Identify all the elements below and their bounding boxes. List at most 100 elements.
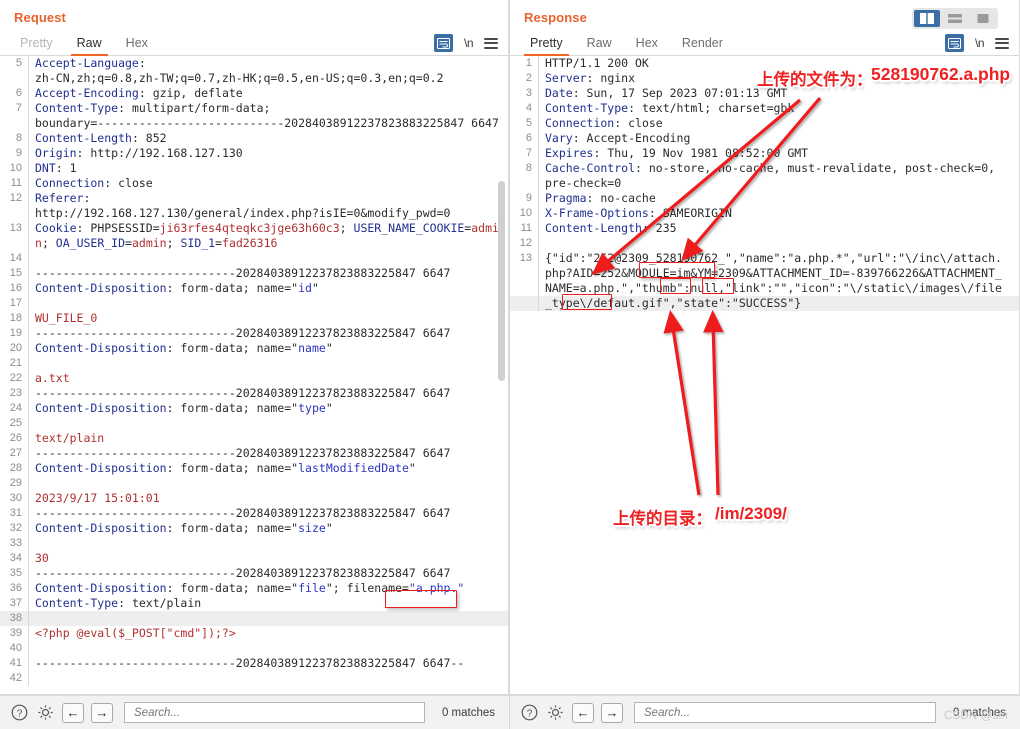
code-token: : close [614, 116, 663, 130]
code-token: -----------------------------20284038912… [35, 326, 451, 340]
line-number: 8 [510, 161, 538, 176]
gear-icon[interactable] [36, 703, 55, 722]
code-line-text: pre-check=0 [539, 176, 1019, 191]
code-token: ; [339, 221, 354, 235]
code-token: Content-Disposition [35, 581, 167, 595]
code-line: 36 Content-Disposition: form-data; name="… [0, 581, 508, 596]
code-token: 2023/9/17 15:01:01 [35, 491, 160, 505]
code-line: 12 [510, 236, 1019, 251]
help-icon[interactable]: ? [10, 703, 29, 722]
code-line: 10 DNT: 1 [0, 161, 508, 176]
line-number: 23 [0, 386, 28, 401]
code-line: 27 -----------------------------202840389… [0, 446, 508, 461]
svg-text:?: ? [527, 708, 533, 719]
hamburger-menu-icon[interactable] [484, 37, 498, 49]
gear-icon[interactable] [546, 703, 565, 722]
word-wrap-icon[interactable] [944, 34, 964, 52]
newline-icon[interactable]: \n [464, 36, 474, 50]
code-token: HTTP/1.1 200 OK [545, 56, 649, 70]
line-number: 2 [510, 71, 538, 86]
code-line-text: Accept-Encoding: gzip, deflate [29, 86, 508, 101]
line-number: 6 [510, 131, 538, 146]
code-token: -----------------------------20284038912… [35, 566, 451, 580]
code-line-text [29, 356, 508, 371]
code-token: pre-check=0 [545, 176, 622, 190]
code-line-text: X-Frame-Options: SAMEORIGIN [539, 206, 1019, 221]
request-scrollbar[interactable] [498, 181, 505, 381]
tab-response-raw[interactable]: Raw [575, 36, 624, 55]
code-token: : form-data; name=" [166, 341, 299, 355]
line-number: 1 [510, 56, 538, 71]
line-number [510, 176, 538, 191]
search-next-button[interactable]: → [91, 702, 113, 723]
code-token: Connection [545, 116, 615, 130]
line-number: 9 [0, 146, 28, 161]
code-line: 31 -----------------------------202840389… [0, 506, 508, 521]
code-token: : multipart/form-data; [118, 101, 271, 115]
tab-response-pretty[interactable]: Pretty [518, 36, 575, 56]
search-prev-button[interactable]: ← [62, 702, 84, 723]
code-line-text [29, 536, 508, 551]
code-token: " [325, 521, 333, 535]
code-line-text: DNT: 1 [29, 161, 508, 176]
response-head-tools: \n [944, 34, 1009, 52]
line-number: 5 [0, 56, 28, 71]
code-token: : form-data; name=" [166, 281, 299, 295]
code-line: 8 Content-Length: 852 [0, 131, 508, 146]
hamburger-menu-icon[interactable] [995, 37, 1009, 49]
code-line-text: Content-Length: 235 [539, 221, 1019, 236]
code-line: 11 Connection: close [0, 176, 508, 191]
code-line: 25 [0, 416, 508, 431]
code-token: DNT [35, 161, 56, 175]
tab-request-pretty[interactable]: Pretty [8, 36, 65, 55]
help-icon[interactable]: ? [520, 703, 539, 722]
tab-response-hex[interactable]: Hex [624, 36, 670, 55]
code-line: 28 Content-Disposition: form-data; name="… [0, 461, 508, 476]
code-line: boundary=---------------------------2028… [0, 116, 508, 131]
request-search-box[interactable] [124, 702, 425, 723]
code-token: 30 [35, 551, 49, 565]
layout-split-vertical-button[interactable] [914, 10, 940, 27]
code-token: WU_FILE_0 [35, 311, 98, 325]
request-header: Request Pretty Raw Hex \n [0, 0, 508, 56]
code-line-text: -----------------------------20284038912… [29, 326, 508, 341]
line-number: 16 [0, 281, 28, 296]
tab-response-render[interactable]: Render [670, 36, 735, 55]
layout-split-horizontal-button[interactable] [942, 10, 968, 27]
code-token: " [325, 341, 333, 355]
code-token: _type\/defaut.gif","state":"SUCCESS"} [545, 296, 802, 310]
request-body-view[interactable]: 5 Accept-Language: zh-CN,zh;q=0.8,zh-TW;q=… [0, 56, 508, 694]
code-token: : 852 [131, 131, 167, 145]
response-search-input[interactable] [642, 705, 928, 720]
code-line: 8 Cache-Control: no-store, no-cache, must… [510, 161, 1019, 176]
code-token: Content-Disposition [35, 281, 167, 295]
code-token: : no-cache [586, 191, 656, 205]
response-search-box[interactable] [634, 702, 936, 723]
word-wrap-icon[interactable] [433, 34, 453, 52]
code-token: ji63rfes4qteqkc3jge63h60c3 [159, 221, 340, 235]
code-token: ; [166, 236, 181, 250]
code-token: http://192.168.127.130/general/index.php… [35, 206, 451, 220]
code-token: : nginx [586, 71, 636, 85]
request-search-input[interactable] [132, 705, 417, 720]
code-line: zh-CN,zh;q=0.8,zh-TW;q=0.7,zh-HK;q=0.5,e… [0, 71, 508, 86]
newline-icon[interactable]: \n [975, 36, 985, 50]
search-next-button[interactable]: → [601, 702, 623, 723]
code-token: " [325, 401, 333, 415]
layout-single-pane-button[interactable] [970, 10, 996, 27]
tab-request-raw[interactable]: Raw [65, 36, 114, 56]
request-match-count: 0 matches [441, 706, 495, 719]
code-line-text: Content-Type: text/html; charset=gbk [539, 101, 1019, 116]
line-number: 11 [510, 221, 538, 236]
search-prev-button[interactable]: ← [572, 702, 594, 723]
response-body-view[interactable]: 1 HTTP/1.1 200 OK 2 Server: nginx 3 Date: Sun… [510, 56, 1019, 694]
line-number: 7 [510, 146, 538, 161]
line-number [0, 116, 28, 131]
tab-request-hex[interactable]: Hex [114, 36, 160, 55]
line-number [510, 296, 538, 311]
code-token: " [408, 461, 416, 475]
code-line: 6 Vary: Accept-Encoding [510, 131, 1019, 146]
code-line: 5 Connection: close [510, 116, 1019, 131]
code-token: Connection [35, 176, 105, 190]
line-number: 3 [510, 86, 538, 101]
